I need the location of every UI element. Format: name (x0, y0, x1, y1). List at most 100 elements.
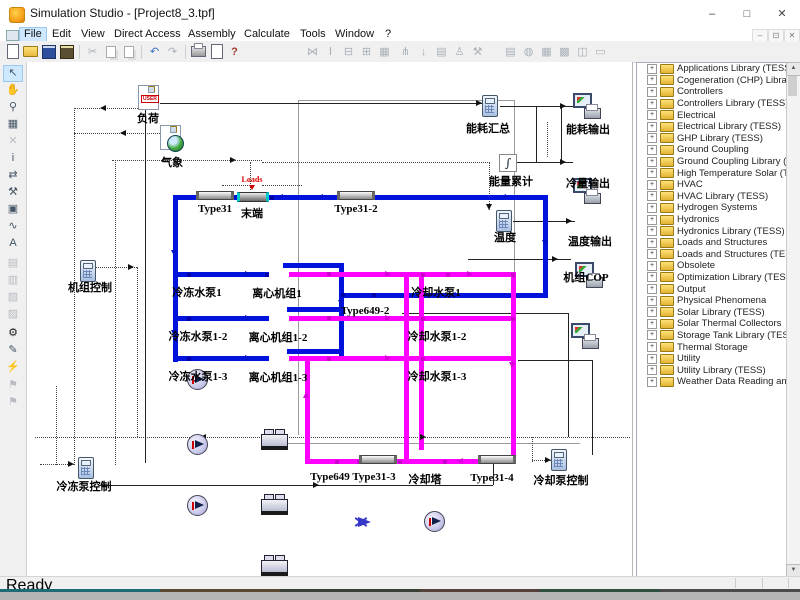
tree-item[interactable]: +HVAC Library (TESS) (637, 191, 787, 203)
tree-item[interactable]: +Solar Library (TESS) (637, 306, 787, 318)
view-tool-2[interactable]: ◍ (521, 44, 536, 59)
expand-icon[interactable]: + (647, 133, 657, 143)
menu-direct-access[interactable]: Direct Access (110, 28, 185, 41)
align-tool-1[interactable]: ⋈ (305, 44, 320, 59)
menu-tools[interactable]: Tools (296, 28, 330, 41)
zoom-tool[interactable]: ⚲ (4, 100, 22, 115)
plot-tool[interactable]: ∿ (4, 219, 22, 234)
expand-icon[interactable]: + (647, 377, 657, 387)
weather-icon[interactable] (160, 125, 181, 150)
expand-icon[interactable]: + (647, 180, 657, 190)
select-tool[interactable]: ↖ (4, 66, 22, 81)
expand-icon[interactable]: + (647, 122, 657, 132)
pipe-type31-3-icon[interactable] (359, 455, 397, 464)
expand-icon[interactable]: + (647, 307, 657, 317)
tree-item[interactable]: +Hydronics (637, 214, 787, 226)
tree-item[interactable]: +Ground Coupling (637, 144, 787, 156)
draw-tool[interactable]: ✎ (4, 343, 22, 358)
tree-item[interactable]: +Hydrogen Systems (637, 202, 787, 214)
menu-calculate[interactable]: Calculate (240, 28, 294, 41)
expand-icon[interactable]: + (647, 354, 657, 364)
expand-icon[interactable]: + (647, 261, 657, 271)
tree-item[interactable]: +Loads and Structures (TESS) (637, 249, 787, 261)
print-button[interactable] (191, 44, 206, 59)
menu-window[interactable]: Window (331, 28, 378, 41)
tree-item[interactable]: +Utility Library (TESS) (637, 364, 787, 376)
layout-tool-4[interactable]: ♙ (452, 44, 467, 59)
tree-item[interactable]: +Electrical (637, 109, 787, 121)
child-window-icon[interactable] (6, 30, 19, 41)
window-tool-1[interactable]: ▤ (4, 256, 22, 271)
align-tool-4[interactable]: ⊞ (359, 44, 374, 59)
view-tool-1[interactable]: ▤ (503, 44, 518, 59)
pipe-type31-icon[interactable] (196, 191, 234, 200)
align-tool-3[interactable]: ⊟ (341, 44, 356, 59)
tree-item[interactable]: +Loads and Structures (637, 237, 787, 249)
menu-edit[interactable]: Edit (48, 28, 75, 41)
type649-2-icon[interactable] (352, 514, 374, 530)
expand-icon[interactable]: + (647, 284, 657, 294)
tree-item[interactable]: +Utility (637, 353, 787, 365)
expand-icon[interactable]: + (647, 157, 657, 167)
menu-assembly[interactable]: Assembly (184, 28, 240, 41)
layout-tool-1[interactable]: ⋔ (398, 44, 413, 59)
text-tool[interactable]: A (4, 236, 22, 251)
tree-item[interactable]: +Storage Tank Library (TESS) (637, 330, 787, 342)
expand-icon[interactable]: + (647, 272, 657, 282)
expand-icon[interactable]: + (647, 75, 657, 85)
menu-view[interactable]: View (77, 28, 109, 41)
flag-tool-2[interactable]: ⚑ (4, 395, 22, 410)
info-tool[interactable]: i (4, 151, 22, 166)
expand-icon[interactable]: + (647, 238, 657, 248)
expand-icon[interactable]: + (647, 249, 657, 259)
run-tool[interactable]: ⚡ (4, 360, 22, 375)
cw-pump-control-icon[interactable] (551, 449, 567, 471)
expand-icon[interactable]: + (647, 296, 657, 306)
tree-item[interactable]: +GHP Library (TESS) (637, 133, 787, 145)
pipe-type31-4-icon[interactable] (478, 455, 516, 464)
link-tool[interactable]: ⇄ (4, 168, 22, 183)
flag-tool-1[interactable]: ⚑ (4, 378, 22, 393)
new-file-button[interactable] (5, 44, 20, 59)
open-file-button[interactable] (23, 44, 38, 59)
expand-icon[interactable]: + (647, 87, 657, 97)
pipe-type31-2-icon[interactable] (337, 191, 375, 200)
tree-item[interactable]: +Optimization Library (TESS) (637, 272, 787, 284)
tree-item[interactable]: +Hydronics Library (TESS) (637, 225, 787, 237)
terminal-unit-icon[interactable] (237, 192, 269, 202)
layout-tool-3[interactable]: ▤ (434, 44, 449, 59)
maximize-button[interactable]: □ (730, 0, 764, 28)
expand-icon[interactable]: + (647, 365, 657, 375)
tree-item[interactable]: +Thermal Storage (637, 341, 787, 353)
tree-item[interactable]: +Weather Data Reading and Process (637, 376, 787, 388)
view-tool-6[interactable]: ▭ (593, 44, 608, 59)
expand-icon[interactable]: + (647, 64, 657, 74)
settings-tool[interactable]: ⚙ (4, 326, 22, 341)
expand-icon[interactable]: + (647, 319, 657, 329)
layout-tool-5[interactable]: ⚒ (470, 44, 485, 59)
undo-button[interactable]: ↶ (147, 44, 162, 59)
align-tool-5[interactable]: ▦ (377, 44, 392, 59)
tree-item[interactable]: +Electrical Library (TESS) (637, 121, 787, 133)
scroll-thumb[interactable] (788, 76, 797, 96)
window-tool-3[interactable]: ▧ (4, 290, 22, 305)
view-tool-5[interactable]: ◫ (575, 44, 590, 59)
expand-icon[interactable]: + (647, 145, 657, 155)
library-tree[interactable]: +Applications Library (TESS) +Cogenerati… (636, 62, 788, 578)
tree-item[interactable]: +High Temperature Solar (TESS) (637, 167, 787, 179)
tree-item[interactable]: +Output (637, 283, 787, 295)
paste-button[interactable] (121, 44, 136, 59)
tree-item[interactable]: +Physical Phenomena (637, 295, 787, 307)
parameter-tool[interactable]: ⚒ (4, 185, 22, 200)
expand-icon[interactable]: + (647, 203, 657, 213)
tree-item[interactable]: +Ground Coupling Library (TESS) (637, 156, 787, 168)
menu-file[interactable]: File (20, 28, 46, 41)
chw-pump-1-3-icon[interactable] (187, 495, 208, 516)
expand-icon[interactable]: + (647, 226, 657, 236)
layout-tool-2[interactable]: ↓ (416, 44, 431, 59)
load-reader-icon[interactable]: USER (138, 85, 159, 110)
expand-icon[interactable]: + (647, 99, 657, 109)
menu-help[interactable]: ? (381, 28, 395, 41)
energy-output-icon[interactable] (573, 93, 601, 119)
align-tool-2[interactable]: Ⅰ (323, 44, 338, 59)
